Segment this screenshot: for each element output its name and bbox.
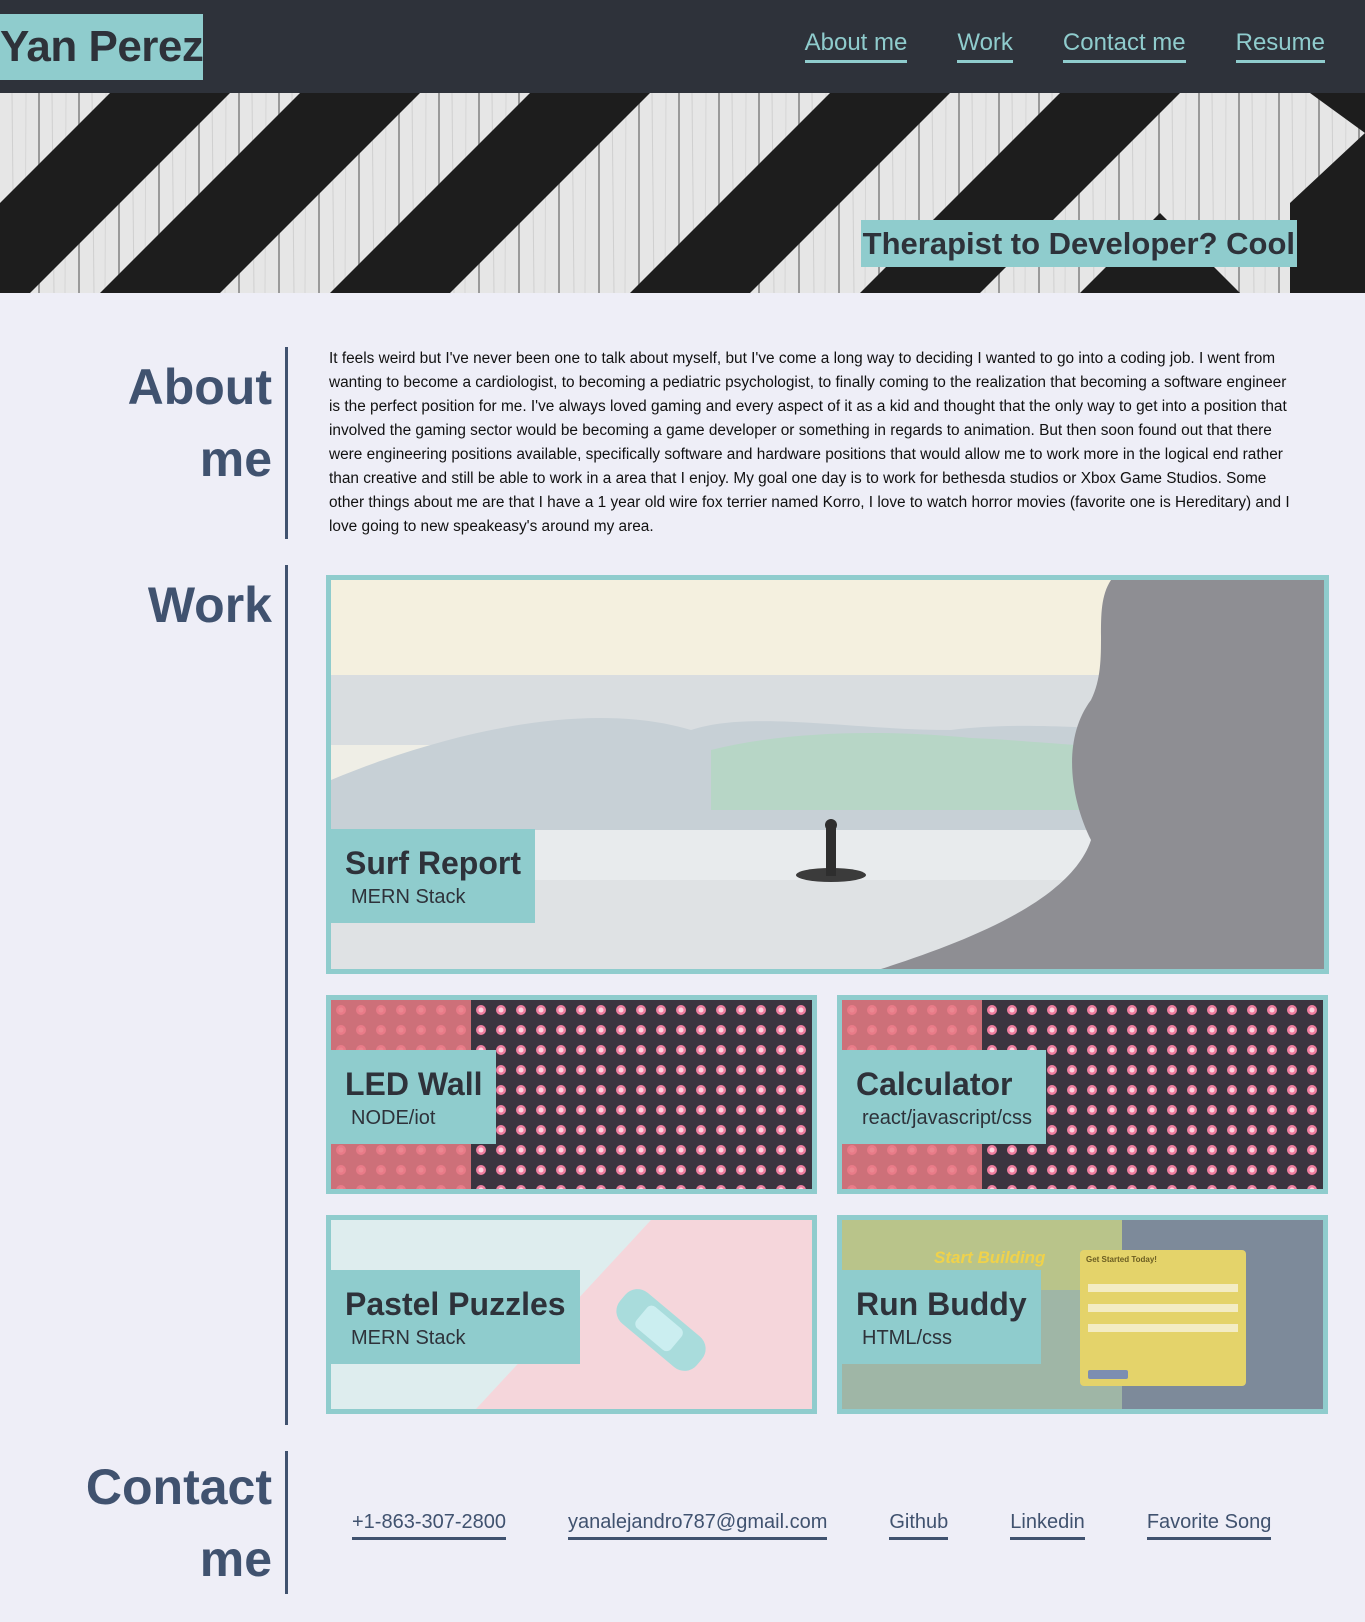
surf-report-label: Surf Report MERN Stack — [331, 829, 535, 923]
project-tech: HTML/css — [862, 1327, 952, 1349]
github-link[interactable]: Github — [889, 1509, 949, 1540]
project-name: Calculator — [856, 1066, 1013, 1102]
project-card-run-buddy[interactable]: Start Building Get Started Today! Run Bu… — [837, 1215, 1328, 1414]
project-tech: MERN Stack — [351, 1327, 466, 1349]
about-text: It feels weird but I've never been one t… — [329, 350, 1290, 535]
pastel-puzzles-label: Pastel Puzzles MERN Stack — [331, 1270, 580, 1364]
contact-title: Contact me — [85, 1459, 272, 1587]
run-buddy-screenshot-headline: Start Building — [934, 1248, 1046, 1267]
email-link[interactable]: yanalejandro787@gmail.com — [568, 1509, 828, 1540]
linkedin-link[interactable]: Linkedin — [1010, 1509, 1085, 1540]
project-card-pastel-puzzles[interactable]: Pastel Puzzles MERN Stack — [326, 1215, 817, 1414]
site-logo[interactable]: Yan Perez — [0, 14, 204, 80]
contact-divider — [285, 1451, 288, 1594]
work-title: Work — [147, 577, 272, 633]
project-card-led-wall[interactable]: LED Wall NODE/iot — [326, 995, 817, 1194]
work-divider — [285, 565, 288, 1425]
project-name: Pastel Puzzles — [345, 1286, 566, 1322]
about-title: About me — [127, 359, 272, 487]
project-tech: react/javascript/css — [862, 1107, 1033, 1129]
phone-link[interactable]: +1-863-307-2800 — [352, 1509, 507, 1540]
main-nav: About me Work Contact me Resume — [804, 28, 1325, 63]
calculator-label: Calculator react/javascript/css — [842, 1050, 1047, 1144]
project-tech: MERN Stack — [351, 886, 466, 908]
project-tech: NODE/iot — [351, 1107, 436, 1129]
nav-work[interactable]: Work — [957, 28, 1013, 63]
project-card-surf-report[interactable]: Surf Report MERN Stack — [326, 575, 1329, 974]
run-buddy-screenshot-form-title: Get Started Today! — [1086, 1255, 1157, 1264]
project-name: Surf Report — [345, 845, 521, 881]
run-buddy-label: Run Buddy HTML/css — [842, 1270, 1041, 1364]
work-section: Work Surf Report MERN Stack LED Wall NOD… — [0, 565, 1365, 1425]
nav-resume[interactable]: Resume — [1235, 28, 1325, 63]
contact-links: +1-863-307-2800 yanalejandro787@gmail.co… — [352, 1509, 1272, 1540]
favorite-song-link[interactable]: Favorite Song — [1146, 1509, 1272, 1540]
contact-section: Contact me +1-863-307-2800 yanalejandro7… — [0, 1451, 1365, 1594]
nav-contact-me[interactable]: Contact me — [1062, 28, 1186, 63]
hero-tagline: Therapist to Developer? Cool — [860, 220, 1297, 267]
led-wall-label: LED Wall NODE/iot — [331, 1050, 497, 1144]
site-header: Yan Perez About me Work Contact me Resum… — [0, 0, 1365, 93]
about-divider — [285, 347, 288, 539]
hero-banner: Therapist to Developer? Cool — [0, 93, 1365, 293]
nav-about-me[interactable]: About me — [804, 28, 908, 63]
project-card-calculator[interactable]: Calculator react/javascript/css — [837, 995, 1328, 1194]
project-name: LED Wall — [345, 1066, 483, 1102]
about-section: About me It feels weird but I've never b… — [0, 347, 1365, 539]
project-name: Run Buddy — [856, 1286, 1027, 1322]
